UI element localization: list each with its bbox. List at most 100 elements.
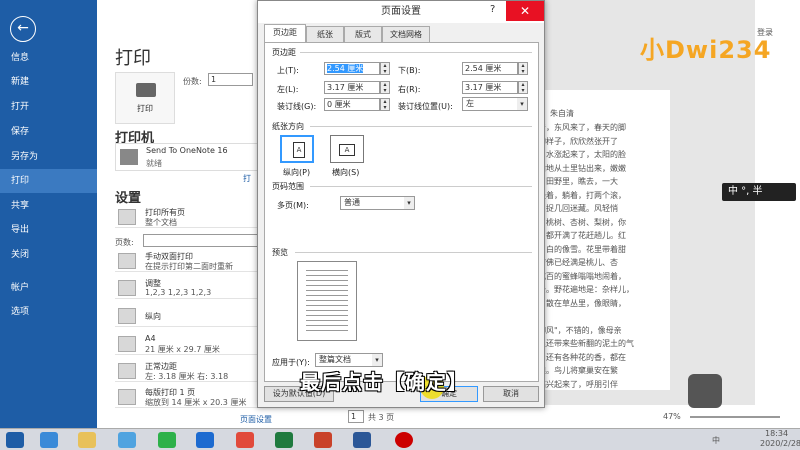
nav-account[interactable]: 帐户	[0, 276, 97, 300]
gutter-position-select[interactable]: 左 ▾	[462, 97, 528, 111]
excel-icon[interactable]	[275, 432, 293, 448]
browser-icon[interactable]	[158, 432, 176, 448]
top-margin-spinner[interactable]: ▴ ▾	[380, 62, 390, 75]
zoom-slider[interactable]	[690, 416, 780, 418]
portrait-option[interactable]: A	[280, 135, 314, 163]
right-margin-spinner[interactable]: ▴ ▾	[518, 81, 528, 94]
preview-line: ，散在草丛里，像眼睛，	[538, 298, 626, 308]
print-button[interactable]: 打印	[115, 72, 175, 124]
chrome-icon[interactable]	[236, 432, 254, 448]
page-number-input[interactable]: 1	[348, 410, 364, 423]
tab-document-grid[interactable]: 文档网格	[382, 26, 430, 43]
multipage-select[interactable]: 普通 ▾	[340, 196, 415, 210]
pages-input[interactable]	[143, 234, 258, 247]
nav-save-as[interactable]: 另存为	[0, 145, 97, 169]
wps-icon[interactable]	[196, 432, 214, 448]
setting-margins[interactable]: 正常边距 左: 3.18 厘米 右: 3.18	[115, 360, 258, 382]
left-margin-input[interactable]: 3.17 厘米	[324, 81, 380, 94]
setting-orientation[interactable]: 纵向	[115, 305, 258, 327]
page-total: 共 3 页	[368, 413, 395, 422]
ime-toolbar[interactable]: 中 °, 半	[722, 183, 796, 201]
bottom-margin-input[interactable]: 2.54 厘米	[462, 62, 518, 75]
setting-title: 纵向	[145, 312, 161, 321]
cancel-button[interactable]: 取消	[483, 386, 539, 402]
settings-heading: 设置	[115, 191, 142, 206]
tab-paper[interactable]: 纸张	[306, 26, 344, 43]
setting-sub: 整个文档	[145, 218, 177, 227]
right-margin-label: 右(R):	[398, 85, 421, 94]
printer-select[interactable]: Send To OneNote 16 就绪	[115, 143, 258, 171]
tab-layout[interactable]: 版式	[344, 26, 382, 43]
apply-to-select[interactable]: 整篇文档 ▾	[315, 353, 383, 367]
copies-input[interactable]: 1	[208, 73, 253, 86]
watermark-logo: 小Dwi234	[640, 36, 772, 64]
nav-share[interactable]: 共享	[0, 194, 97, 218]
setting-pages[interactable]: 打印所有页 整个文档	[115, 206, 258, 228]
gutter-spinner[interactable]: ▴ ▾	[380, 98, 390, 111]
page-setup-link[interactable]: 页面设置	[240, 414, 272, 425]
printer-status: 就绪	[146, 159, 162, 168]
tab-margins[interactable]: 页边距	[264, 24, 306, 43]
chevron-down-icon: ▾	[517, 98, 527, 110]
ime-indicator[interactable]: 中	[712, 435, 720, 446]
preview-line: ，田野里，瞧去，一大	[538, 177, 618, 186]
multipage-value: 普通	[344, 198, 360, 207]
nav-close[interactable]: 关闭	[0, 243, 97, 267]
nav-new[interactable]: 新建	[0, 70, 97, 94]
preview-line: ，都开满了花赶趟儿。红	[538, 231, 626, 240]
clock-date: 2020/2/28	[760, 439, 800, 448]
setting-duplex[interactable]: 手动双面打印 在提示打印第二面时重新	[115, 250, 258, 272]
close-button[interactable]: ✕	[506, 1, 544, 21]
nav-export[interactable]: 导出	[0, 218, 97, 242]
word-icon[interactable]	[353, 432, 371, 448]
setting-collate[interactable]: 调整 1,2,3 1,2,3 1,2,3	[115, 277, 258, 299]
bottom-margin-spinner[interactable]: ▴ ▾	[518, 62, 528, 75]
preview-line: 。桃树、杏树、梨树，你	[538, 217, 626, 227]
setting-sub: 1,2,3 1,2,3 1,2,3	[145, 288, 212, 297]
help-button[interactable]: ?	[490, 4, 495, 15]
preview-line: 高兴起来了，呼朋引伴	[538, 379, 618, 389]
nav-save[interactable]: 保存	[0, 120, 97, 144]
gutter-position-label: 装订线位置(U):	[398, 102, 453, 111]
preview-line: 着，东风来了，春天的脚	[538, 123, 626, 132]
folder-icon[interactable]	[78, 432, 96, 448]
nav-open[interactable]: 打开	[0, 95, 97, 119]
preview-line: 成百的蜜蜂嗡嗡地闹着，	[538, 271, 626, 281]
setting-pages-per-sheet[interactable]: 每版打印 1 页缩放到 14 厘米 x 20.3 厘米	[115, 386, 258, 408]
preview-line: ，白的像雪。花里带着甜	[538, 244, 626, 254]
printer-properties-link[interactable]: 打	[243, 173, 251, 184]
top-margin-input[interactable]: 2.54 厘米	[324, 62, 380, 75]
ie-icon[interactable]	[40, 432, 58, 448]
collate-icon	[118, 280, 136, 296]
back-button[interactable]: ←	[10, 16, 36, 42]
record-icon[interactable]	[395, 432, 413, 448]
gutter-label: 装订线(G):	[277, 102, 317, 111]
margins-icon	[118, 363, 136, 379]
setting-sub: 21 厘米 x 29.7 厘米	[145, 345, 220, 354]
margins-heading: 页边距	[272, 48, 296, 57]
setting-paper-size[interactable]: A4 21 厘米 x 29.7 厘米	[115, 333, 258, 355]
start-icon[interactable]	[6, 432, 24, 448]
landscape-option[interactable]: A	[330, 135, 364, 163]
pages-label: 页数:	[115, 238, 134, 247]
powerpoint-icon[interactable]	[314, 432, 332, 448]
page-preview-thumbnail	[297, 261, 357, 341]
gutter-input[interactable]: 0 厘米	[324, 98, 380, 111]
preview-line: 偷地从土里钻出来，嫩嫩	[538, 163, 626, 173]
left-margin-spinner[interactable]: ▴ ▾	[380, 81, 390, 94]
right-margin-input[interactable]: 3.17 厘米	[462, 81, 518, 94]
copies-label: 份数:	[183, 77, 202, 86]
printer-name: Send To OneNote 16	[146, 146, 228, 155]
video-caption: 最后点击【确定】	[300, 370, 468, 394]
nav-info[interactable]: 信息	[0, 46, 97, 70]
multipage-label: 多页(M):	[277, 201, 309, 210]
portrait-label: 纵向(P)	[283, 168, 311, 177]
preview-author: 朱自清	[550, 109, 574, 118]
chevron-down-icon: ▾	[404, 197, 414, 209]
floating-widget[interactable]	[688, 374, 722, 408]
nav-print[interactable]: 打印	[0, 169, 97, 193]
zoom-level: 47%	[663, 412, 681, 421]
nav-options[interactable]: 选项	[0, 300, 97, 324]
backstage-sidebar: ← 信息 新建 打开 保存 另存为 打印 共享 导出 关闭 帐户 选项	[0, 0, 97, 428]
cloud-icon[interactable]	[118, 432, 136, 448]
